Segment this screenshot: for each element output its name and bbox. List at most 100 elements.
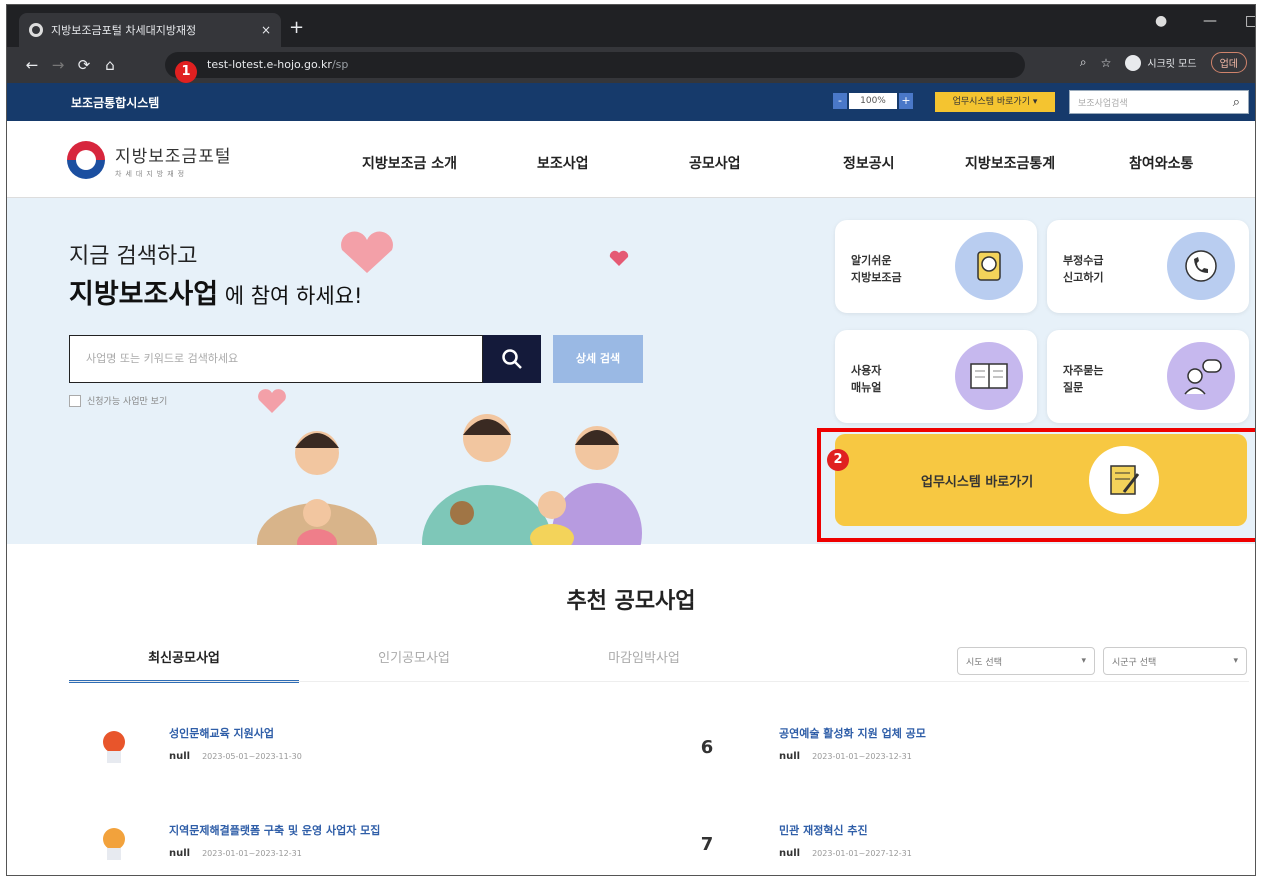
list-item[interactable]: 6 공연예술 활성화 지원 업체 공모 null 2023-01-01~2023-… — [687, 723, 1247, 793]
incognito-profile[interactable]: 시크릿 모드 — [1125, 54, 1197, 71]
site-logo[interactable]: 지방보조금포털 차세대지방재정 — [67, 141, 231, 179]
item-org: null — [779, 848, 801, 859]
item-period: 2023-01-01~2023-12-31 — [812, 752, 912, 761]
sido-select[interactable]: 시도 선택 ▾ — [957, 647, 1095, 675]
work-system-dropdown[interactable]: 업무시스템 바로가기 ▾ — [935, 92, 1055, 112]
annotation-badge-1: 1 — [175, 61, 197, 83]
available-only-filter[interactable]: 신청가능 사업만 보기 — [69, 394, 167, 407]
tab-popular[interactable]: 인기공모사업 — [299, 647, 529, 683]
browser-tab[interactable]: 지방보조금포털 차세대지방재정 × — [19, 13, 281, 47]
phone-icon — [1167, 232, 1235, 300]
site-utility-bar: 보조금통합시스템 - 100% + 업무시스템 바로가기 ▾ 보조사업검색 ⌕ — [7, 83, 1255, 121]
card-label: 사용자 매뉴얼 — [851, 364, 882, 394]
profile-dot-icon[interactable]: ● — [1155, 13, 1167, 29]
card-easy-subsidy[interactable]: 알기쉬운 지방보조금 — [835, 220, 1037, 313]
site-header: 지방보조금포털 차세대지방재정 지방보조금 소개 보조사업 공모사업 정보공시 … — [7, 121, 1255, 198]
sigungu-select[interactable]: 시군구 선택 ▾ — [1103, 647, 1247, 675]
item-title[interactable]: 민관 재정혁신 추진 — [779, 822, 868, 838]
card-user-manual[interactable]: 사용자 매뉴얼 — [835, 330, 1037, 423]
reload-icon[interactable]: ⟳ — [71, 56, 97, 74]
new-tab-button[interactable]: + — [289, 17, 304, 38]
tab-close-icon[interactable]: × — [261, 23, 271, 37]
system-brand[interactable]: 보조금통합시스템 — [71, 94, 159, 111]
family-illustration — [257, 414, 642, 545]
detail-search-button[interactable]: 상세 검색 — [553, 335, 643, 383]
main-search-button[interactable] — [483, 335, 541, 383]
list-item[interactable]: 7 민관 재정혁신 추진 null 2023-01-01~2027-12-31 — [687, 820, 1247, 875]
item-title[interactable]: 성인문해교육 지원사업 — [169, 725, 274, 741]
tab-title: 지방보조금포털 차세대지방재정 — [51, 24, 197, 37]
minimize-icon[interactable]: — — [1203, 13, 1217, 29]
nav-intro[interactable]: 지방보조금 소개 — [362, 153, 457, 173]
item-org: null — [169, 751, 191, 762]
heart-decoration-icon — [609, 250, 629, 266]
nav-statistics[interactable]: 지방보조금통계 — [965, 153, 1055, 173]
checkbox[interactable] — [69, 394, 81, 407]
search-icon[interactable]: ⌕ — [1233, 95, 1240, 110]
item-meta: null 2023-05-01~2023-11-30 — [169, 751, 302, 762]
list-item[interactable]: 지역문제해결플랫폼 구축 및 운영 사업자 모집 null 2023-01-01~… — [77, 820, 637, 875]
nav-subsidy-projects[interactable]: 보조사업 — [537, 153, 589, 173]
zoom-search-icon[interactable]: ⌕ — [1080, 55, 1087, 70]
medal-ribbon — [107, 848, 121, 860]
recommend-tabs: 최신공모사업 인기공모사업 마감임박사업 — [69, 647, 759, 683]
zoom-control: - 100% + — [833, 93, 913, 109]
zoom-out-button[interactable]: - — [833, 93, 847, 109]
chevron-down-icon: ▾ — [1081, 656, 1086, 666]
sigungu-select-value: 시군구 선택 — [1112, 657, 1157, 668]
item-meta: null 2023-01-01~2023-12-31 — [779, 751, 912, 762]
tab-latest[interactable]: 최신공모사업 — [69, 647, 299, 683]
search-icon — [502, 349, 522, 369]
tab-closing-soon[interactable]: 마감임박사업 — [529, 647, 759, 683]
item-org: null — [169, 848, 191, 859]
medal-ribbon — [107, 751, 121, 763]
annotation-highlight-box — [817, 428, 1255, 542]
globe-icon — [29, 23, 43, 37]
card-label: 자주묻는 질문 — [1063, 364, 1104, 394]
item-rank: 6 — [700, 737, 714, 758]
hero-line-2-rest: 에 참여 하세요! — [218, 284, 363, 308]
clipboard-search-icon — [955, 232, 1023, 300]
item-org: null — [779, 751, 801, 762]
nav-contest-projects[interactable]: 공모사업 — [689, 153, 741, 173]
screenshot-frame: 지방보조금포털 차세대지방재정 × + ● — □ ← → ⟳ ⌂ test-l… — [6, 4, 1256, 876]
update-button[interactable]: 업데 — [1210, 52, 1247, 73]
zoom-value: 100% — [849, 93, 897, 109]
item-period: 2023-05-01~2023-11-30 — [202, 752, 302, 761]
home-icon[interactable]: ⌂ — [97, 56, 123, 74]
url-text: test-lotest.e-hojo.go.kr — [207, 58, 332, 71]
incognito-icon — [1125, 54, 1142, 71]
nav-participation[interactable]: 참여와소통 — [1129, 153, 1193, 173]
site-search-box[interactable]: 보조사업검색 ⌕ — [1069, 90, 1249, 114]
logo-subtitle: 차세대지방재정 — [115, 169, 189, 178]
annotation-badge-2: 2 — [827, 449, 849, 471]
maximize-icon[interactable]: □ — [1245, 13, 1255, 29]
gold-medal-icon — [103, 731, 125, 753]
taegeuk-logo-icon — [67, 141, 105, 179]
nav-disclosure[interactable]: 정보공시 — [843, 153, 895, 173]
chevron-down-icon: ▾ — [1233, 656, 1238, 666]
bookmark-star-icon[interactable]: ☆ — [1101, 56, 1112, 70]
list-item[interactable]: 성인문해교육 지원사업 null 2023-05-01~2023-11-30 — [77, 723, 637, 793]
hero-line-1: 지금 검색하고 — [69, 244, 198, 269]
card-faq[interactable]: 자주묻는 질문 — [1047, 330, 1249, 423]
url-path: /sp — [331, 58, 349, 71]
main-search-input[interactable]: 사업명 또는 키워드로 검색하세요 — [69, 335, 483, 383]
profile-label: 시크릿 모드 — [1147, 59, 1197, 70]
hero-highlight: 지방보조사업 — [69, 279, 219, 310]
forward-icon[interactable]: → — [45, 56, 71, 74]
zoom-in-button[interactable]: + — [899, 93, 913, 109]
item-meta: null 2023-01-01~2027-12-31 — [779, 848, 912, 859]
logo-title: 지방보조금포털 — [115, 146, 232, 167]
card-fraud-report[interactable]: 부정수급 신고하기 — [1047, 220, 1249, 313]
book-icon — [955, 342, 1023, 410]
tab-divider — [69, 681, 1249, 682]
item-period: 2023-01-01~2027-12-31 — [812, 849, 912, 858]
item-title[interactable]: 지역문제해결플랫폼 구축 및 운영 사업자 모집 — [169, 822, 380, 838]
hero-line-2: 지방보조사업 에 참여 하세요! — [69, 272, 362, 311]
item-title[interactable]: 공연예술 활성화 지원 업체 공모 — [779, 725, 926, 741]
item-meta: null 2023-01-01~2023-12-31 — [169, 848, 302, 859]
address-bar[interactable]: test-lotest.e-hojo.go.kr/sp — [165, 52, 1025, 78]
back-icon[interactable]: ← — [19, 56, 45, 74]
question-chat-icon — [1167, 342, 1235, 410]
